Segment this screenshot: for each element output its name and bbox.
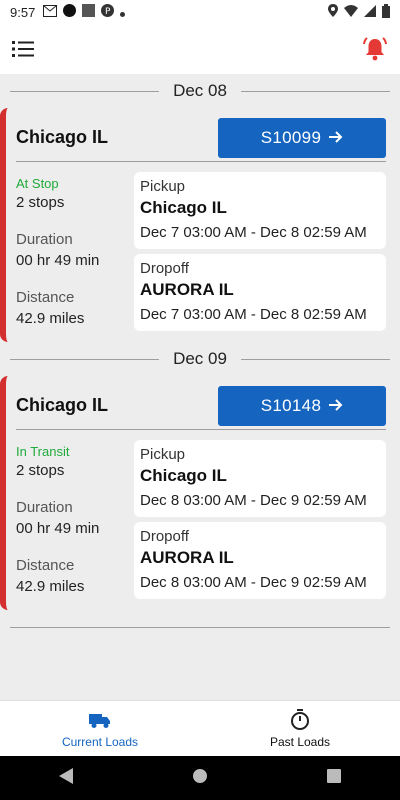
arrow-right-icon (329, 396, 343, 416)
loads-list[interactable]: Dec 08 Chicago IL S10099 At Stop 2 stops… (0, 74, 400, 700)
duration-label: Duration (16, 499, 73, 516)
pickup-time: Dec 7 03:00 AM - Dec 8 02:59 AM (140, 224, 367, 241)
bottom-nav: Current Loads Past Loads (0, 700, 400, 756)
signal-icon (364, 4, 376, 20)
system-nav-bar (0, 756, 400, 800)
dot-icon (120, 5, 126, 20)
stopwatch-icon (288, 708, 312, 731)
date-separator: Dec 08 (0, 74, 400, 108)
pickup-time: Dec 8 03:00 AM - Dec 9 02:59 AM (140, 492, 367, 509)
tab-current-loads-label: Current Loads (61, 734, 139, 749)
mail-icon (43, 4, 58, 20)
pickup-city: Chicago IL (140, 466, 227, 485)
location-icon (328, 4, 338, 20)
truck-icon (88, 709, 112, 731)
pickup-city: Chicago IL (140, 198, 227, 217)
date-separator-partial (0, 610, 400, 644)
date-separator: Dec 09 (0, 342, 400, 376)
tab-past-loads-label: Past Loads (269, 734, 331, 749)
load-card[interactable]: Chicago IL S10148 In Transit 2 stops Dur… (0, 376, 400, 610)
date-label: Dec 09 (173, 349, 227, 368)
notification-bell-icon[interactable] (362, 36, 388, 62)
pickup-type: Pickup (140, 446, 186, 463)
load-id-button[interactable]: S10099 (218, 117, 386, 158)
distance-label: Distance (16, 289, 75, 306)
svg-text:P: P (105, 7, 111, 17)
status-time: 9:57 (10, 4, 36, 20)
dropoff-type: Dropoff (140, 260, 189, 277)
distance-label: Distance (16, 557, 75, 574)
arrow-right-icon (329, 128, 343, 148)
square-app-icon (82, 4, 96, 20)
home-icon[interactable] (192, 768, 208, 789)
duration-label: Duration (16, 231, 73, 248)
record-icon (63, 4, 77, 20)
dropoff-city: AURORA IL (140, 548, 234, 567)
dropoff-type: Dropoff (140, 528, 189, 545)
load-card[interactable]: Chicago IL S10099 At Stop 2 stops Durati… (0, 108, 400, 342)
pickup-box: Pickup Chicago IL Dec 7 03:00 AM - Dec 8… (134, 172, 386, 249)
load-id-button[interactable]: S10148 (218, 385, 386, 426)
load-city: Chicago IL (16, 127, 109, 147)
stops-count: 2 stops (16, 194, 65, 211)
dropoff-time: Dec 7 03:00 AM - Dec 8 02:59 AM (140, 306, 367, 323)
stops-count: 2 stops (16, 462, 65, 479)
wifi-icon (344, 4, 358, 20)
load-status: At Stop (16, 176, 59, 191)
distance-value: 42.9 miles (16, 310, 85, 327)
dropoff-time: Dec 8 03:00 AM - Dec 9 02:59 AM (140, 574, 367, 591)
dropoff-box: Dropoff AURORA IL Dec 8 03:00 AM - Dec 9… (134, 522, 386, 599)
status-bar: 9:57 P (0, 0, 400, 24)
back-icon[interactable] (59, 767, 74, 789)
pickup-type: Pickup (140, 178, 186, 195)
tab-past-loads[interactable]: Past Loads (200, 701, 400, 756)
distance-value: 42.9 miles (16, 578, 85, 595)
duration-value: 00 hr 49 min (16, 520, 100, 537)
battery-icon (382, 3, 390, 21)
app-bar (0, 24, 400, 74)
load-status: In Transit (16, 444, 70, 459)
recents-icon[interactable] (326, 768, 341, 788)
dropoff-box: Dropoff AURORA IL Dec 7 03:00 AM - Dec 8… (134, 254, 386, 331)
date-label: Dec 08 (173, 81, 227, 100)
duration-value: 00 hr 49 min (16, 252, 100, 269)
menu-icon[interactable] (12, 40, 34, 58)
app-notification-icon: P (101, 4, 115, 20)
load-id-label: S10148 (260, 395, 322, 415)
load-city: Chicago IL (16, 395, 109, 415)
tab-current-loads[interactable]: Current Loads (0, 701, 200, 756)
dropoff-city: AURORA IL (140, 280, 234, 299)
pickup-box: Pickup Chicago IL Dec 8 03:00 AM - Dec 9… (134, 440, 386, 517)
load-id-label: S10099 (260, 127, 322, 147)
